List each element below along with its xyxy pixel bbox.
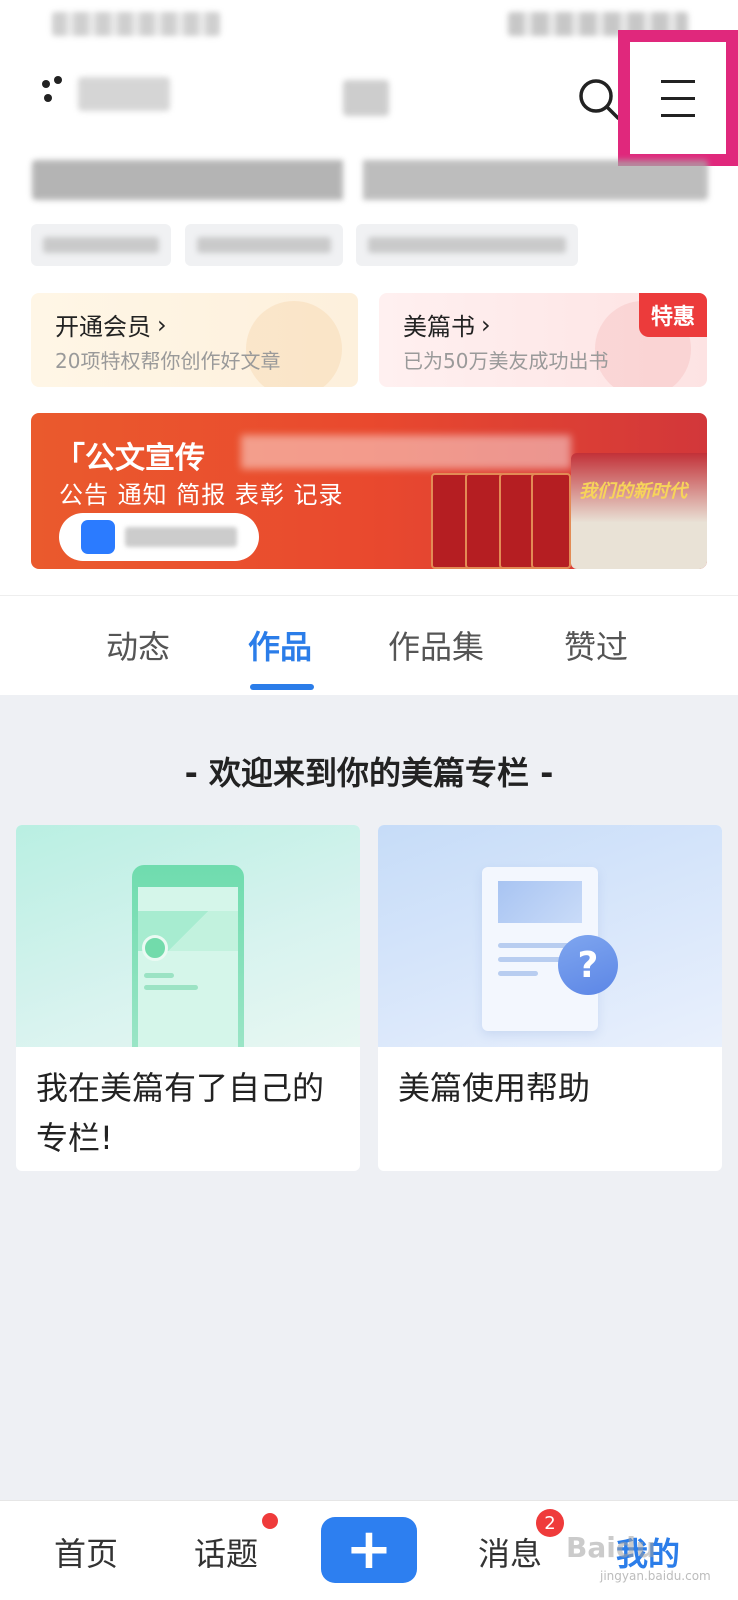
bottom-nav: 首页 话题 + 消息 2 我的 Baidu jingyan.baidu.com — [0, 1500, 738, 1600]
banner-app-icon — [81, 520, 115, 554]
column-heading: - 欢迎来到你的美篇专栏 - — [184, 754, 554, 792]
banner-subtitle: 公告 通知 简报 表彰 记录 — [59, 481, 344, 509]
phone-icon — [132, 865, 244, 1047]
message-count-badge: 2 — [536, 1509, 564, 1537]
banner-cta-button[interactable] — [59, 513, 259, 561]
menu-button[interactable] — [618, 30, 738, 166]
search-icon — [579, 79, 620, 120]
nav-topics[interactable]: 话题 — [194, 1529, 258, 1575]
phone-illustration — [16, 825, 360, 1047]
profile-title-blurred — [32, 160, 708, 200]
book-title: 美篇书 › — [403, 310, 491, 342]
active-tab-indicator — [250, 684, 314, 690]
nav-messages[interactable]: 消息 — [478, 1529, 542, 1575]
verify-chip — [185, 224, 343, 266]
tab-liked[interactable]: 赞过 — [564, 622, 628, 668]
profile-tabs: 动态 作品 作品集 赞过 — [0, 595, 738, 695]
username-blurred — [78, 77, 170, 111]
book-subtitle: 已为50万美友成功出书 — [403, 349, 609, 373]
column-card-label: 我在美篇有了自己的专栏! — [36, 1069, 325, 1157]
column-card-own-column[interactable]: 我在美篇有了自己的专栏! — [16, 825, 360, 1171]
banner-cta-blurred — [125, 527, 237, 547]
location-chip — [31, 224, 171, 266]
search-button[interactable] — [578, 78, 620, 120]
stats-chip — [356, 224, 578, 266]
tab-collections[interactable]: 作品集 — [388, 622, 484, 668]
app-logo-icon — [42, 76, 70, 112]
deal-badge: 特惠 — [638, 293, 707, 337]
help-illustration: ? — [378, 825, 722, 1047]
vip-deco — [246, 301, 342, 387]
banner-hall-illustration: 我们的新时代 — [571, 453, 707, 569]
banner-title: 「公文宣传 — [55, 441, 205, 476]
vip-title: 开通会员 › — [55, 310, 167, 342]
plus-icon: + — [345, 1517, 393, 1582]
status-bar-left — [52, 12, 220, 36]
banner-hall-label: 我们的新时代 — [579, 481, 687, 502]
tab-dynamics[interactable]: 动态 — [106, 622, 170, 668]
banner-books-illustration — [431, 463, 571, 569]
back-area[interactable] — [42, 76, 170, 112]
watermark-logo: Baidu — [566, 1531, 656, 1564]
book-card[interactable]: 美篇书 › 已为50万美友成功出书 特惠 — [379, 293, 707, 387]
create-button[interactable]: + — [321, 1517, 417, 1583]
watermark-url: jingyan.baidu.com — [600, 1569, 711, 1583]
nav-title-blurred — [343, 80, 389, 116]
vip-card[interactable]: 开通会员 › 20项特权帮你创作好文章 — [31, 293, 358, 387]
menu-icon — [661, 73, 695, 124]
tab-works[interactable]: 作品 — [248, 622, 312, 668]
profile-header: 开通会员 › 20项特权帮你创作好文章 美篇书 › 已为50万美友成功出书 特惠 「… — [0, 0, 738, 595]
help-icon: ? — [558, 935, 618, 995]
promo-banner[interactable]: 「公文宣传 公告 通知 简报 表彰 记录 我们的新时代 — [31, 413, 707, 569]
column-card-label: 美篇使用帮助 — [398, 1069, 591, 1107]
topics-notification-dot — [262, 1513, 278, 1529]
vip-subtitle: 20项特权帮你创作好文章 — [55, 349, 281, 373]
nav-home[interactable]: 首页 — [54, 1529, 118, 1575]
column-card-help[interactable]: ? 美篇使用帮助 — [378, 825, 722, 1171]
